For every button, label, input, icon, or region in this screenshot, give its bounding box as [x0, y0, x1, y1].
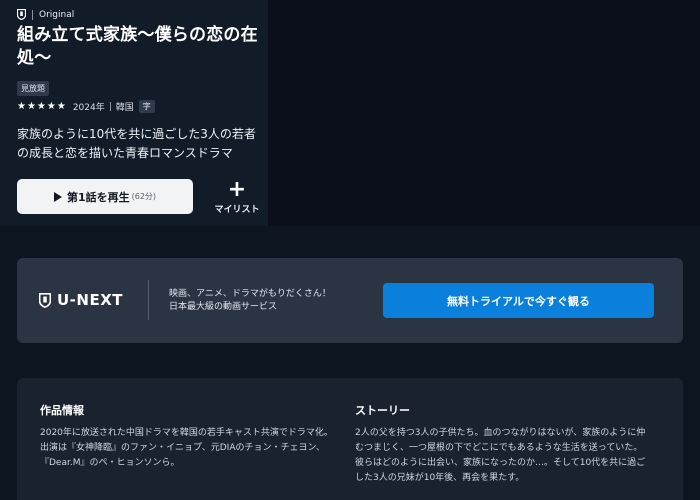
hero-section: Original 組み立て式家族〜僕らの恋の在処〜 見放題 ★★★★★ 2024…: [0, 0, 700, 226]
meta-row: ★★★★★ 2024年 韓国 字: [17, 100, 155, 113]
shield-icon: [17, 9, 26, 20]
play-episode-button[interactable]: 第1話を再生 (62分): [17, 179, 193, 214]
play-icon: [53, 191, 62, 202]
plus-icon: +: [227, 177, 247, 202]
promo-divider: [148, 280, 149, 320]
promo-line-2: 日本最大級の動画サービス: [169, 302, 278, 312]
promo-line-1: 映画、アニメ、ドラマがもりだくさん！: [169, 289, 331, 299]
hero-artwork: [268, 0, 700, 226]
country: 韓国: [115, 103, 134, 113]
badge-divider: [32, 9, 33, 20]
hero-info-panel: Original 組み立て式家族〜僕らの恋の在処〜 見放題 ★★★★★ 2024…: [0, 0, 268, 226]
work-info-body: 2020年に放送された中国ドラマを韓国の若手キャスト共演でドラマ化。出演は『女神…: [40, 428, 333, 468]
mylist-button[interactable]: + マイリスト: [210, 178, 264, 218]
unext-logo: U-NEXT: [39, 291, 123, 309]
promo-banner: U-NEXT 映画、アニメ、ドラマがもりだくさん！ 日本最大級の動画サービス 無…: [17, 258, 683, 343]
release-year: 2024年: [72, 103, 105, 113]
status-badge: 見放題: [17, 81, 49, 96]
original-badge: Original: [17, 9, 74, 20]
play-label: 第1話を再生: [66, 190, 130, 204]
mylist-label: マイリスト: [214, 205, 260, 215]
promo-text: 映画、アニメ、ドラマがもりだくさん！ 日本最大級の動画サービス: [169, 288, 331, 314]
free-trial-button[interactable]: 無料トライアルで今すぐ観る: [383, 283, 654, 318]
play-duration: (62分): [131, 192, 157, 201]
shield-icon: [39, 292, 51, 308]
info-section: 作品情報 2020年に放送された中国ドラマを韓国の若手キャスト共演でドラマ化。出…: [17, 378, 683, 500]
story: ストーリー 2人の父を持つ3人の子供たち。血のつながりはないが、家族のように仲む…: [355, 402, 651, 486]
badge-label: Original: [39, 9, 75, 20]
logo-text: U-NEXT: [57, 291, 124, 309]
story-body: 2人の父を持つ3人の子供たち。血のつながりはないが、家族のように仲むつまじく、一…: [355, 428, 646, 483]
meta-divider: [109, 102, 111, 111]
work-info-title: 作品情報: [40, 404, 84, 417]
description: 家族のように10代を共に過ごした3人の若者の成長と恋を描いた青春ロマンスドラマ: [17, 127, 256, 160]
story-title: ストーリー: [355, 404, 410, 417]
subtitle-badge: 字: [138, 100, 155, 113]
rating-stars: ★★★★★: [17, 101, 67, 112]
work-info: 作品情報 2020年に放送された中国ドラマを韓国の若手キャスト共演でドラマ化。出…: [40, 402, 336, 471]
page-title: 組み立て式家族〜僕らの恋の在処〜: [17, 25, 258, 68]
